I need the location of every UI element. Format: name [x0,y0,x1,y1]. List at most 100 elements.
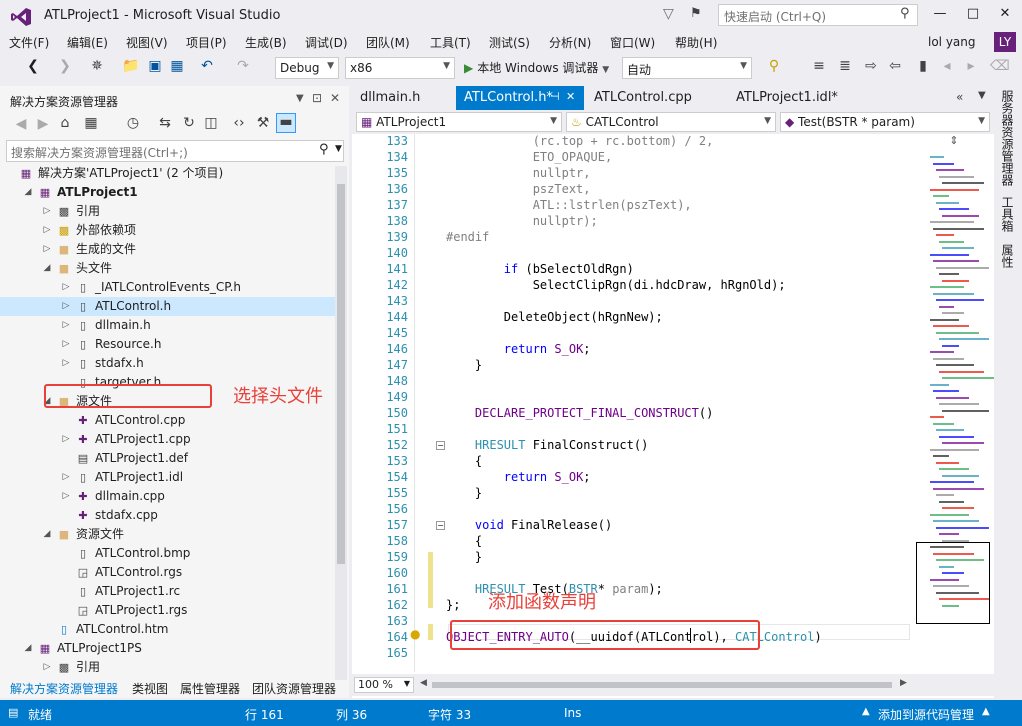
tab-overflow-icon[interactable]: « [956,90,963,104]
code-line[interactable]: { [446,454,482,468]
menu-help[interactable]: 帮助(H) [675,34,717,51]
save-all-icon[interactable]: ▦ [168,58,186,74]
tree-item[interactable]: ▷ ▩ 引用 [0,658,335,677]
expand-arrow-icon[interactable]: ▷ [61,468,71,487]
toggle-comment-icon[interactable]: ≡ [810,58,828,74]
tree-item[interactable]: ◲ ATLControl.rgs [0,563,335,582]
menu-team[interactable]: 团队(M) [366,34,410,51]
scroll-left-icon[interactable]: ◀ [420,678,427,688]
code-line[interactable]: nullptr, [446,166,591,180]
tree-item[interactable]: ▯ ATLProject1.rc [0,582,335,601]
expand-arrow-icon[interactable]: ▷ [42,221,52,240]
scroll-right-icon[interactable]: ▶ [900,678,907,688]
collapse-outline-icon[interactable]: − [436,521,445,530]
collapse-outline-icon[interactable]: − [436,441,445,450]
code-line[interactable]: }; [446,598,460,612]
code-line[interactable]: { [446,534,482,548]
code-line[interactable]: ATL::lstrlen(pszText), [446,198,692,212]
outdent-icon[interactable]: ⇦ [886,58,904,74]
menu-view[interactable]: 视图(V) [126,34,168,51]
code-line[interactable]: void FinalRelease() [446,518,612,532]
indent-icon[interactable]: ⇨ [862,58,880,74]
expand-arrow-icon[interactable]: ▷ [42,240,52,259]
collapse-arrow-icon[interactable]: ◢ [42,259,52,278]
tab-atlcontrol-h[interactable]: ATLControl.h* ⊣ ✕ [456,86,584,110]
scrollbar-thumb[interactable] [337,184,345,564]
expand-arrow-icon[interactable]: ▷ [42,202,52,221]
expand-arrow-icon[interactable]: ▷ [61,487,71,506]
feedback-filter-icon[interactable]: ▽ [663,6,674,22]
tree-item[interactable]: ▷ ▯ stdafx.h [0,354,335,373]
tree-item[interactable]: ▤ ATLProject1.def [0,449,335,468]
close-icon[interactable]: ✕ [566,90,575,103]
tree-item[interactable]: ◢ ■ 资源文件 [0,525,335,544]
solution-config-select[interactable]: 自动 ▼ [622,57,752,79]
pin-icon[interactable]: ⊣ [550,90,560,103]
menu-test[interactable]: 测试(S) [489,34,530,51]
expand-arrow-icon[interactable]: ▷ [61,278,71,297]
maximize-button[interactable]: □ [956,2,990,26]
back-icon[interactable]: ◀ [12,116,30,132]
zoom-select[interactable]: 100 % ▼ [354,677,414,693]
code-line[interactable]: DECLARE_PROTECT_FINAL_CONSTRUCT() [446,406,713,420]
menu-project[interactable]: 项目(P) [186,34,227,51]
code-line[interactable]: HRESULT FinalConstruct() [446,438,648,452]
collapse-all-icon[interactable]: ◫ [202,115,220,131]
project-dropdown[interactable]: ▦ ATLProject1 ▼ [356,112,562,132]
lightbulb-icon[interactable]: ● [410,627,420,641]
code-line[interactable]: } [446,358,482,372]
pin-icon[interactable]: ⊡ [312,91,322,105]
code-line[interactable]: return S_OK; [446,342,591,356]
tree-item[interactable]: ▷ ✚ ATLProject1.cpp [0,430,335,449]
code-line[interactable]: #endif [446,230,489,244]
tree-item[interactable]: ▷ ▯ Resource.h [0,335,335,354]
tab-server-explorer[interactable]: 服务器资源管理器 [999,90,1016,186]
tab-toolbox[interactable]: 工具箱 [999,196,1016,232]
expand-arrow-icon[interactable]: ▷ [61,335,71,354]
new-project-icon[interactable]: ✵ [88,58,106,74]
tree-item[interactable]: ◢ ▦ ATLProject1PS [0,639,335,658]
tree-item[interactable]: ◢ ▦ ATLProject1 [0,183,335,202]
menu-edit[interactable]: 编辑(E) [67,34,108,51]
refresh-icon[interactable]: ↻ [180,115,198,131]
code-line[interactable]: pszText, [446,182,591,196]
tab-property-manager[interactable]: 属性管理器 [180,680,240,697]
properties-icon[interactable]: ⚒ [254,115,272,131]
notification-flag-icon[interactable]: ⚑ [690,6,702,21]
code-line[interactable]: return S_OK; [446,470,591,484]
tab-class-view[interactable]: 类视图 [132,680,168,697]
collapse-arrow-icon[interactable]: ◢ [23,639,33,658]
code-line[interactable]: DeleteObject(hRgnNew); [446,310,663,324]
code-line[interactable]: ETO_OPAQUE, [446,150,612,164]
collapse-arrow-icon[interactable]: ◢ [42,525,52,544]
tree-item[interactable]: ▯ ATLControl.bmp [0,544,335,563]
start-debugging-button[interactable]: ▶ 本地 Windows 调试器 ▼ [464,59,609,76]
tree-item[interactable]: ✚ ATLControl.cpp [0,411,335,430]
tree-item[interactable]: ▷ ▯ dllmain.h [0,316,335,335]
switch-views-icon[interactable]: ▦ [82,115,100,131]
tree-item[interactable]: ▷ ▯ ATLProject1.idl [0,468,335,487]
minimap-viewport[interactable] [916,542,990,624]
code-line[interactable]: SelectClipRgn(di.hdcDraw, hRgnOld); [446,278,786,292]
minimize-button[interactable]: — [923,2,957,26]
tree-item[interactable]: ▷ ■ 生成的文件 [0,240,335,259]
collapse-arrow-icon[interactable]: ◢ [23,183,33,202]
expand-arrow-icon[interactable]: ▷ [61,297,71,316]
code-line[interactable]: } [446,486,482,500]
open-file-icon[interactable]: 📁 [122,58,140,74]
user-name[interactable]: lol yang [928,35,976,49]
solution-scrollbar[interactable] [335,166,347,680]
expand-arrow-icon[interactable]: ▷ [61,354,71,373]
add-to-source-control[interactable]: 添加到源代码管理 [878,706,974,723]
menu-file[interactable]: 文件(F) [9,34,49,51]
code-line[interactable]: nullptr); [446,214,598,228]
menu-analyze[interactable]: 分析(N) [549,34,591,51]
platform-select[interactable]: x86 ▼ [345,57,455,79]
code-area[interactable]: 133 (rc.top + rc.bottom) / 2, 134 ETO_OPA… [352,134,914,672]
forward-icon[interactable]: ❯ [56,58,74,74]
tree-item[interactable]: ▷ ▩ 外部依赖项 [0,221,335,240]
preview-selected-icon[interactable]: ▬ [276,113,296,133]
back-icon[interactable]: ❮ [24,58,42,74]
bookmark-icon[interactable]: ▮ [914,58,932,74]
prev-bookmark-icon[interactable]: ◂ [938,58,956,74]
